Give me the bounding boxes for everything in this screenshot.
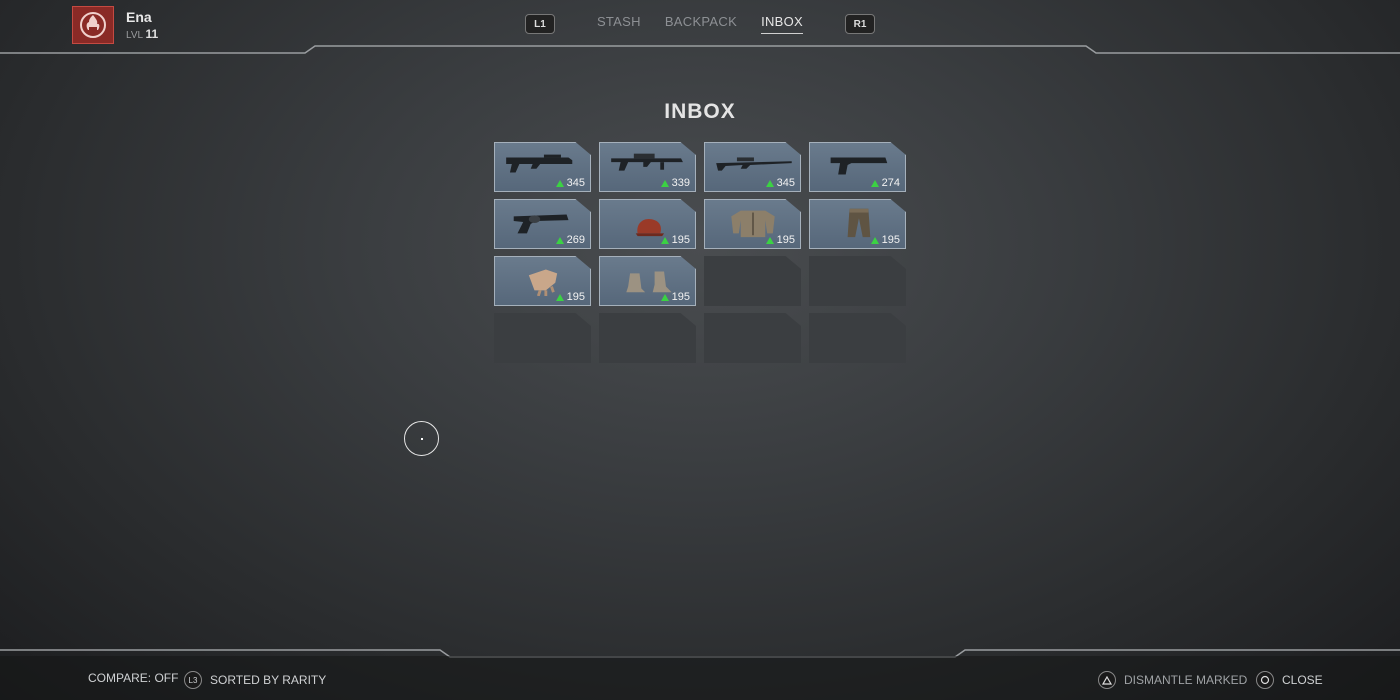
power-value: 345 (566, 177, 585, 189)
item-power: 269 (555, 234, 585, 246)
power-up-arrow-icon (555, 293, 564, 301)
power-value: 195 (776, 234, 795, 246)
power-up-arrow-icon (870, 236, 879, 244)
power-value: 274 (881, 177, 900, 189)
sort-label: SORTED BY RARITY (210, 673, 327, 687)
compare-label: COMPARE: OFF (88, 671, 179, 685)
power-value: 195 (671, 234, 690, 246)
close-button[interactable]: CLOSE (1256, 671, 1323, 689)
empty-slot[interactable] (704, 313, 801, 363)
item-power: 339 (660, 177, 690, 189)
power-up-arrow-icon (555, 236, 564, 244)
power-value: 195 (566, 291, 585, 303)
tab-stash[interactable]: STASH (597, 14, 641, 34)
footer-bar: COMPARE: OFF L3 SORTED BY RARITY DISMANT… (0, 656, 1400, 700)
l3-button-icon: L3 (184, 671, 202, 689)
power-up-arrow-icon (870, 179, 879, 187)
inventory-slot-pants[interactable]: 195 (809, 199, 906, 249)
power-value: 345 (776, 177, 795, 189)
power-up-arrow-icon (660, 236, 669, 244)
power-up-arrow-icon (660, 179, 669, 187)
empty-slot[interactable] (494, 313, 591, 363)
inventory-slot-gloves[interactable]: 195 (494, 256, 591, 306)
inventory-slot-jacket[interactable]: 195 (704, 199, 801, 249)
inventory-slot-boots[interactable]: 195 (599, 256, 696, 306)
item-power: 195 (660, 291, 690, 303)
tab-inbox[interactable]: INBOX (761, 14, 804, 34)
empty-slot[interactable] (809, 313, 906, 363)
power-value: 269 (566, 234, 585, 246)
prev-tab-button[interactable]: L1 (524, 14, 555, 34)
item-power: 274 (870, 177, 900, 189)
power-value: 195 (881, 234, 900, 246)
empty-slot[interactable] (809, 256, 906, 306)
dismantle-marked-button[interactable]: DISMANTLE MARKED (1098, 671, 1247, 689)
circle-button-icon (1256, 671, 1274, 689)
inventory-slot-assault-rifle[interactable]: 345 (494, 142, 591, 192)
inventory-slot-hat[interactable]: 195 (599, 199, 696, 249)
item-power: 345 (555, 177, 585, 189)
tab-backpack[interactable]: BACKPACK (665, 14, 737, 34)
empty-slot[interactable] (704, 256, 801, 306)
next-tab-button[interactable]: R1 (845, 14, 876, 34)
compare-toggle[interactable]: COMPARE: OFF (88, 671, 178, 685)
item-power: 195 (765, 234, 795, 246)
sort-control[interactable]: L3 SORTED BY RARITY (184, 671, 326, 689)
dismantle-label: DISMANTLE MARKED (1124, 673, 1248, 687)
page-title: INBOX (664, 100, 736, 123)
inventory-grid: 345 339 345 274 269 195 195 195 195 195 (494, 142, 906, 363)
inventory-slot-sniper-rifle[interactable]: 345 (704, 142, 801, 192)
power-up-arrow-icon (765, 236, 774, 244)
tab-bar: L1 STASH BACKPACK INBOX R1 (0, 14, 1400, 34)
item-power: 195 (555, 291, 585, 303)
empty-slot[interactable] (599, 313, 696, 363)
cursor-reticle (404, 421, 439, 456)
power-up-arrow-icon (765, 179, 774, 187)
power-up-arrow-icon (660, 293, 669, 301)
inventory-slot-heavy-rifle[interactable]: 339 (599, 142, 696, 192)
triangle-button-icon (1098, 671, 1116, 689)
item-power: 345 (765, 177, 795, 189)
power-up-arrow-icon (555, 179, 564, 187)
item-power: 195 (870, 234, 900, 246)
inventory-slot-pistol[interactable]: 274 (809, 142, 906, 192)
item-power: 195 (660, 234, 690, 246)
power-value: 339 (671, 177, 690, 189)
top-bar: Ena LVL 11 L1 STASH BACKPACK INBOX R1 (0, 0, 1400, 56)
power-value: 195 (671, 291, 690, 303)
close-label: CLOSE (1282, 673, 1323, 687)
inventory-slot-revolver[interactable]: 269 (494, 199, 591, 249)
